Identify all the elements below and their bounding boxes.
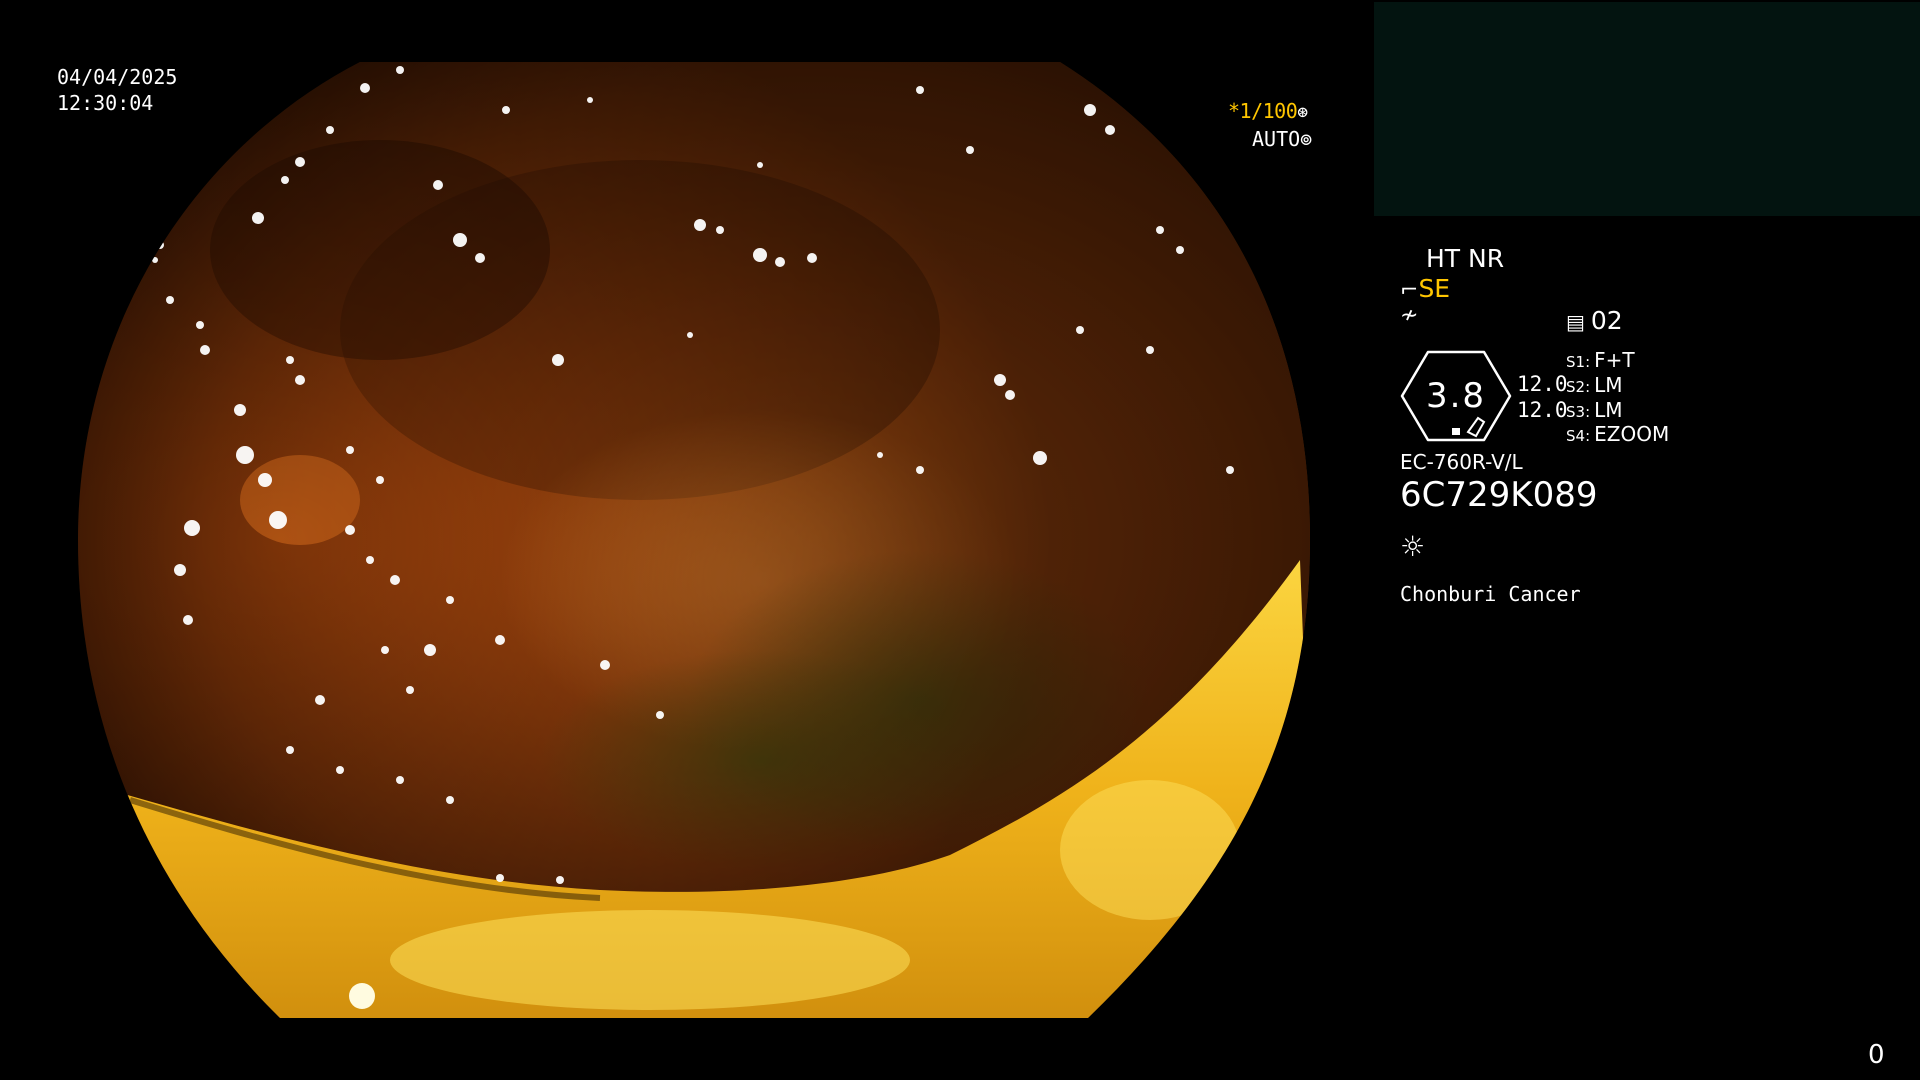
switch-s2: S2: LM <box>1566 373 1623 397</box>
memory-icon: ▤ <box>1566 310 1585 334</box>
shutter-speed-text: *1/100 <box>1228 99 1298 123</box>
info-panel: HT NR ⌐SE ≁ ▤ 02 3.8 12.0 12.0 S1: F+T S2:… <box>1400 240 1900 640</box>
gauge-value: 3.8 <box>1425 376 1487 416</box>
switch-s4: S4: EZOOM <box>1566 422 1670 446</box>
shutter-icon: ⊛ <box>1297 102 1308 123</box>
setting-value-2: 12.0 <box>1517 398 1568 422</box>
shutter-speed: *1/100⊛ <box>1228 99 1308 123</box>
switch-s1: S1: F+T <box>1566 348 1635 372</box>
structure-enhance-icon: ⌐ <box>1400 278 1419 303</box>
light-source-icon: ☼ <box>1400 530 1426 563</box>
iris-mode: AUTO⊚ <box>1252 127 1312 151</box>
thumbnail-area <box>1374 2 1920 216</box>
enhancement-setting: HT NR <box>1426 244 1505 273</box>
freeze-icon: ≁ <box>1400 303 1419 328</box>
iris-icon: ⊚ <box>1300 127 1313 151</box>
date-time-display: 04/04/2025 12:30:04 <box>57 64 177 116</box>
mode-text: SE <box>1418 274 1451 303</box>
memory-slot: ▤ 02 <box>1566 306 1623 335</box>
scope-serial: 6C729K089 <box>1400 475 1598 515</box>
site-name: Chonburi Cancer <box>1400 582 1581 606</box>
time-text: 12:30:04 <box>57 91 154 115</box>
setting-value-1: 12.0 <box>1517 372 1568 396</box>
frame-counter: 0 <box>1868 1040 1885 1070</box>
switch-s3: S3: LM <box>1566 398 1623 422</box>
memory-text: 02 <box>1590 306 1623 335</box>
iris-mode-text: AUTO <box>1252 127 1301 151</box>
structure-enhance-mode: ⌐SE <box>1400 274 1450 303</box>
date-text: 04/04/2025 <box>57 65 178 89</box>
scope-model: EC-760R-V/L <box>1400 450 1523 474</box>
